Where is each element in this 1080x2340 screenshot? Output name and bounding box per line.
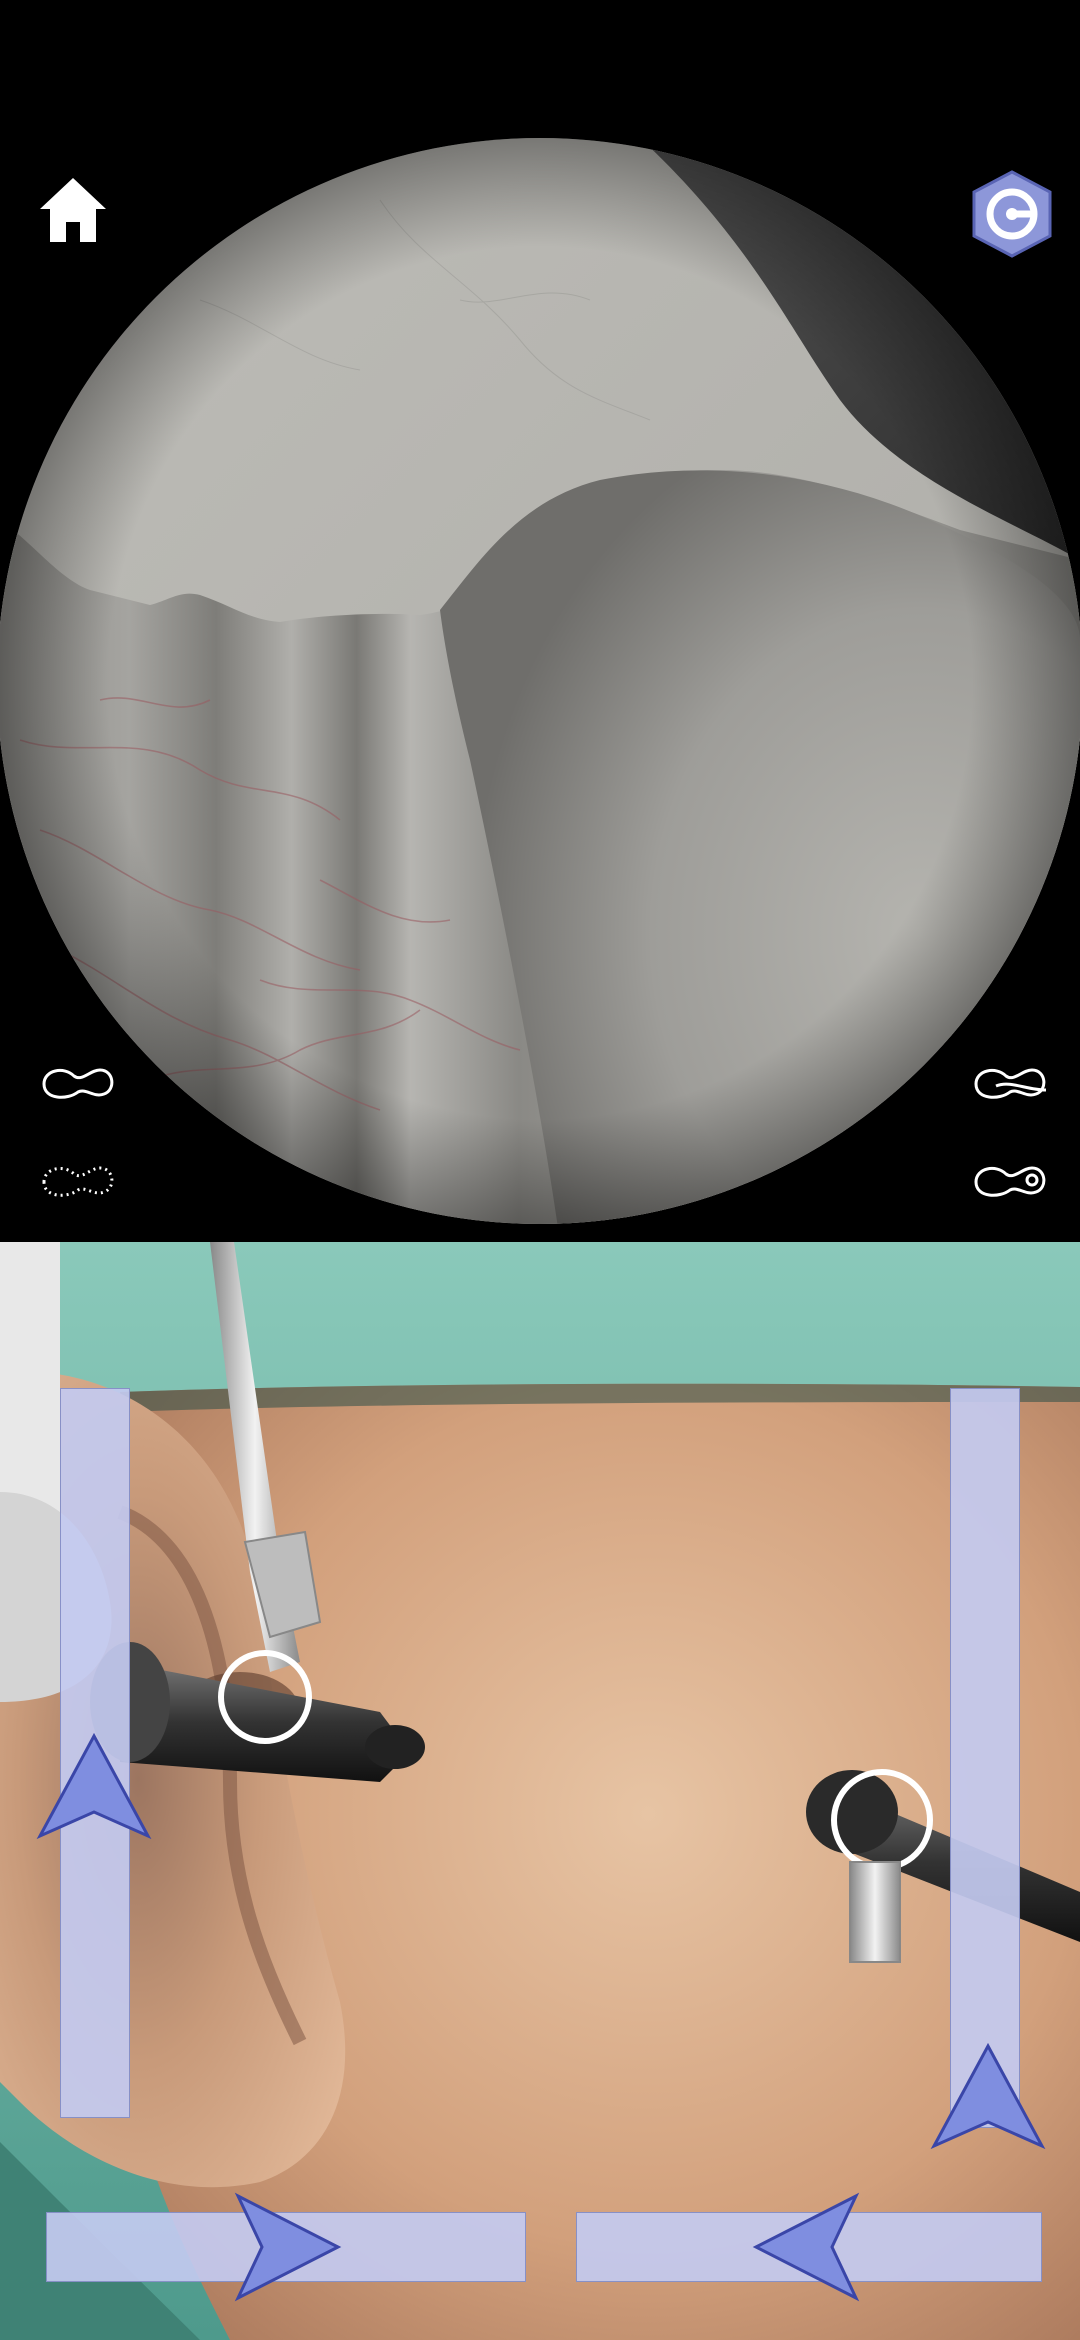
- home-icon: [40, 178, 106, 242]
- hex-logo-icon: [972, 170, 1052, 258]
- tool-dotted-button[interactable]: [34, 1154, 124, 1210]
- tool-hook-icon: [974, 1068, 1047, 1099]
- home-button[interactable]: [34, 172, 112, 250]
- tool-loop-button[interactable]: [966, 1154, 1056, 1210]
- left-horizontal-slider[interactable]: [46, 2212, 526, 2282]
- tool-outline-icon: [42, 1068, 114, 1099]
- endoscope-view: [0, 0, 1080, 1242]
- endoscope-image: [0, 138, 1080, 1224]
- scene-image: [0, 1242, 1080, 2340]
- right-vertical-slider[interactable]: [950, 1388, 1020, 2128]
- tool-outline-button[interactable]: [34, 1056, 124, 1112]
- tool-dotted-icon: [42, 1166, 114, 1197]
- left-vertical-slider[interactable]: [60, 1388, 130, 2118]
- operating-scene: [0, 1242, 1080, 2340]
- tool-loop-icon: [974, 1166, 1046, 1197]
- tool-hook-button[interactable]: [966, 1056, 1056, 1112]
- right-horizontal-slider[interactable]: [576, 2212, 1042, 2282]
- menu-button[interactable]: [966, 168, 1058, 260]
